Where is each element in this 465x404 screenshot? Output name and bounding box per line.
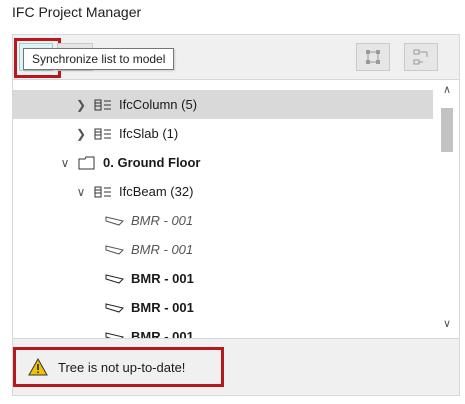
ifc-entity-icon bbox=[93, 126, 113, 142]
expand-all-button[interactable] bbox=[356, 43, 390, 71]
ifc-entity-icon bbox=[93, 184, 113, 200]
status-warning-frame: Tree is not up-to-date! bbox=[13, 347, 224, 387]
sync-tooltip: Synchronize list to model bbox=[23, 48, 175, 70]
beam-icon bbox=[105, 213, 125, 229]
status-bar: Tree is not up-to-date! bbox=[13, 341, 459, 395]
tree-row-label: BMR - 001 bbox=[131, 300, 194, 315]
scroll-up-icon[interactable]: ∧ bbox=[435, 83, 459, 101]
tree-row-ground-floor[interactable]: ∨ 0. Ground Floor bbox=[13, 148, 433, 177]
tree-row-label: 0. Ground Floor bbox=[103, 155, 201, 170]
tree-row-beam[interactable]: BMR - 001 bbox=[13, 264, 433, 293]
beam-icon bbox=[105, 242, 125, 258]
warning-icon bbox=[28, 358, 48, 376]
window-title: IFC Project Manager bbox=[12, 4, 142, 20]
beam-icon bbox=[105, 271, 125, 287]
collapse-all-button[interactable] bbox=[404, 43, 438, 71]
tree-row-label: IfcBeam (32) bbox=[119, 184, 194, 199]
collapse-chevron-icon[interactable]: ∨ bbox=[73, 185, 89, 199]
ifc-tree[interactable]: ❯ IfcColumn (5) ❯ IfcSlab (1) ∨ 0. Groun… bbox=[13, 79, 459, 339]
beam-icon bbox=[105, 300, 125, 316]
tree-row-label: BMR - 001 bbox=[131, 271, 194, 286]
tree-row-label: IfcColumn (5) bbox=[119, 97, 198, 112]
expand-chevron-icon[interactable]: ❯ bbox=[73, 98, 89, 112]
expand-structure-icon bbox=[366, 50, 380, 64]
scrollbar-thumb[interactable] bbox=[441, 108, 453, 152]
collapse-chevron-icon[interactable]: ∨ bbox=[57, 156, 73, 170]
tree-row-label: IfcSlab (1) bbox=[119, 126, 179, 141]
tree-row-ifcbeam[interactable]: ∨ IfcBeam (32) bbox=[13, 177, 433, 206]
tree-row-beam[interactable]: BMR - 001 bbox=[13, 235, 433, 264]
tree-row-ifcslab[interactable]: ❯ IfcSlab (1) bbox=[13, 119, 433, 148]
collapse-structure-icon bbox=[413, 49, 428, 65]
tree-row-ifccolumn[interactable]: ❯ IfcColumn (5) bbox=[13, 90, 433, 119]
tree-row-beam[interactable]: BMR - 001 bbox=[13, 293, 433, 322]
beam-icon bbox=[105, 329, 125, 338]
expand-chevron-icon[interactable]: ❯ bbox=[73, 127, 89, 141]
tree-row-beam[interactable]: BMR - 001 bbox=[13, 206, 433, 235]
scroll-down-icon[interactable]: ∨ bbox=[435, 317, 459, 335]
ifc-project-manager-panel: ❯ IfcColumn (5) ❯ IfcSlab (1) ∨ 0. Groun… bbox=[12, 34, 460, 396]
tree-row-beam[interactable]: BMR - 001 bbox=[13, 322, 433, 339]
tree-row-label: BMR - 001 bbox=[131, 213, 194, 228]
tree-row-label: BMR - 001 bbox=[131, 242, 194, 257]
ifc-entity-icon bbox=[93, 97, 113, 113]
tree-scrollbar[interactable]: ∧ ∨ bbox=[435, 80, 459, 338]
tree-row-label: BMR - 001 bbox=[131, 329, 194, 339]
storey-icon bbox=[77, 155, 97, 171]
status-message: Tree is not up-to-date! bbox=[58, 359, 186, 375]
